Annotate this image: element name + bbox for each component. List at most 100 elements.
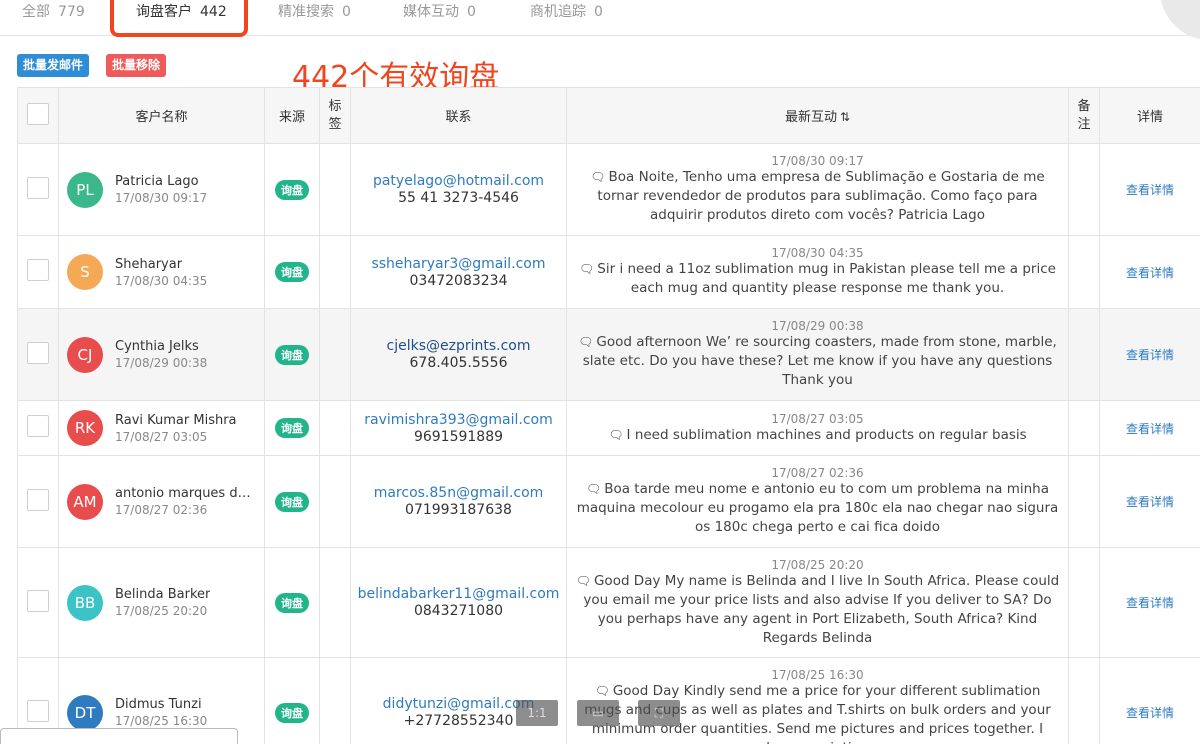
interaction-cell: 17/08/29 00:38 🗨 Good afternoon We’ re sou…: [566, 308, 1069, 401]
interaction-cell: 17/08/27 03:05 🗨 I need sublimation machin…: [566, 400, 1069, 456]
row-select-cell: [17, 143, 59, 236]
customer-cell: S Sheharyar 17/08/30 04:35: [58, 235, 265, 309]
contact-email[interactable]: cjelks@ezprints.com: [351, 338, 566, 354]
tab-opportunity-tracking[interactable]: 商机追踪 0: [530, 0, 603, 26]
table-row: CJ Cynthia Jelks 17/08/29 00:38 询盘 cjelks@…: [17, 308, 1200, 401]
contact-phone: 9691591889: [413, 428, 504, 445]
view-detail-link[interactable]: 查看详情: [1126, 596, 1174, 610]
row-checkbox[interactable]: [27, 176, 49, 199]
tab-count: 0: [467, 4, 476, 20]
source-badge: 询盘: [275, 418, 309, 438]
chat-bubble-icon: 🗨: [585, 482, 602, 496]
customer-name[interactable]: Cynthia Jelks: [115, 339, 207, 354]
avatar: S: [67, 254, 103, 290]
table-row: S Sheharyar 17/08/30 04:35 询盘 ssheharyar3@…: [17, 235, 1200, 309]
view-detail-link[interactable]: 查看详情: [1126, 266, 1174, 280]
note-cell: [1068, 547, 1100, 658]
customer-name[interactable]: Didmus Tunzi: [115, 697, 207, 712]
tab-all[interactable]: 全部 779: [22, 0, 85, 26]
corner-fold: [1160, 0, 1200, 40]
source-cell: 询盘: [264, 308, 320, 401]
contact-email[interactable]: patyelago@hotmail.com: [351, 173, 566, 189]
contact-email[interactable]: marcos.85n@gmail.com: [351, 485, 566, 501]
detail-cell: 查看详情: [1099, 400, 1200, 456]
customer-name[interactable]: Sheharyar: [115, 257, 207, 272]
tab-precise-search[interactable]: 精准搜索 0: [278, 0, 351, 26]
tag-cell: [319, 657, 351, 744]
chat-bubble-icon: 🗨: [578, 335, 594, 349]
note-cell: [1068, 308, 1100, 401]
view-detail-link[interactable]: 查看详情: [1126, 495, 1174, 509]
header-customer-name: 客户名称: [58, 87, 265, 144]
table-header-row: 客户名称 来源 标签 联系 最新互动 ⇅ 备注 详情: [17, 87, 1200, 144]
header-latest-interaction[interactable]: 最新互动 ⇅: [566, 87, 1069, 144]
tag-cell: [319, 235, 351, 309]
contact-email[interactable]: belindabarker11@gmail.com: [351, 586, 566, 602]
header-note: 备注: [1068, 87, 1100, 144]
row-select-cell: [17, 547, 59, 658]
contact-cell: cjelks@ezprints.com 678.405.5556: [350, 308, 567, 401]
tag-cell: [319, 308, 351, 401]
table-row: RK Ravi Kumar Mishra 17/08/27 03:05 询盘 rav…: [17, 400, 1200, 456]
fit-window-icon[interactable]: ▭: [577, 700, 619, 726]
batch-remove-button[interactable]: 批量移除: [106, 54, 167, 77]
interaction-message: Good Day My name is Belinda and I live I…: [583, 572, 1060, 646]
customer-time: 17/08/25 20:20: [115, 604, 208, 618]
detail-cell: 查看详情: [1099, 235, 1200, 309]
tab-label: 商机追踪: [530, 4, 586, 20]
contact-cell: marcos.85n@gmail.com 071993187638: [350, 455, 567, 548]
contact-email[interactable]: ssheharyar3@gmail.com: [351, 256, 566, 272]
row-checkbox[interactable]: [27, 341, 49, 364]
table-row: AM antonio marques de j... 17/08/27 02:36 …: [17, 455, 1200, 548]
sort-icon[interactable]: ⇅: [840, 110, 850, 124]
customer-name[interactable]: Patricia Lago: [115, 174, 207, 189]
interaction-message: Boa Noite, Tenho uma empresa de Sublimaç…: [597, 169, 1045, 223]
row-checkbox[interactable]: [27, 699, 49, 722]
source-badge: 询盘: [275, 702, 309, 723]
select-all-checkbox[interactable]: [27, 102, 49, 125]
interaction-message: Good afternoon We’ re sourcing coasters,…: [582, 334, 1057, 388]
tab-label: 询盘客户: [136, 4, 192, 20]
select-all-cell: [17, 87, 59, 144]
note-cell: [1068, 455, 1100, 548]
customer-cell: BB Belinda Barker 17/08/25 20:20: [58, 547, 265, 658]
tag-cell: [319, 400, 351, 456]
contact-email[interactable]: ravimishra393@gmail.com: [351, 412, 566, 428]
interaction-time: 17/08/25 16:30: [771, 667, 864, 682]
row-checkbox[interactable]: [27, 488, 49, 511]
view-detail-link[interactable]: 查看详情: [1126, 348, 1174, 362]
customer-cell: PL Patricia Lago 17/08/30 09:17: [58, 143, 265, 236]
customer-name[interactable]: Belinda Barker: [115, 587, 210, 602]
note-cell: [1068, 235, 1100, 309]
view-detail-link[interactable]: 查看详情: [1126, 706, 1174, 720]
interaction-message: Boa tarde meu nome e antonio eu to com u…: [576, 481, 1059, 535]
contact-cell: ravimishra393@gmail.com 9691591889: [350, 400, 567, 456]
detail-cell: 查看详情: [1099, 455, 1200, 548]
view-detail-link[interactable]: 查看详情: [1126, 422, 1174, 436]
contact-phone: 071993187638: [405, 502, 512, 518]
customer-time: 17/08/27 02:36: [115, 503, 208, 517]
table-row: PL Patricia Lago 17/08/30 09:17 询盘 patyela…: [17, 143, 1200, 236]
row-checkbox[interactable]: [27, 415, 49, 437]
interaction-message: I need sublimation machines and products…: [626, 426, 1027, 443]
tab-bar: 全部 779 询盘客户 442 精准搜索 0 媒体互动 0 商机追踪 0: [0, 0, 1200, 40]
tab-count: 0: [342, 4, 351, 20]
tag-cell: [319, 143, 351, 236]
customer-name[interactable]: Ravi Kumar Mishra: [115, 413, 237, 428]
batch-email-button[interactable]: 批量发邮件: [17, 54, 90, 77]
view-detail-link[interactable]: 查看详情: [1126, 183, 1174, 197]
fullscreen-icon[interactable]: ⛶: [638, 700, 680, 726]
row-checkbox[interactable]: [27, 589, 49, 612]
table-row: BB Belinda Barker 17/08/25 20:20 询盘 belind…: [17, 547, 1200, 658]
tab-media-interaction[interactable]: 媒体互动 0: [403, 0, 476, 26]
tab-inquiry-customers[interactable]: 询盘客户 442: [136, 0, 227, 26]
contact-phone: 03472083234: [409, 272, 508, 289]
header-tag: 标签: [319, 87, 351, 144]
customer-cell: RK Ravi Kumar Mishra 17/08/27 03:05: [58, 400, 265, 456]
interaction-time: 17/08/29 00:38: [771, 319, 864, 333]
zoom-actual-size-button[interactable]: 1:1: [516, 700, 558, 726]
row-checkbox[interactable]: [27, 259, 49, 281]
customer-name[interactable]: antonio marques de j...: [115, 486, 257, 501]
source-badge: 询盘: [275, 179, 309, 200]
bottom-scrollbar[interactable]: [0, 728, 238, 744]
